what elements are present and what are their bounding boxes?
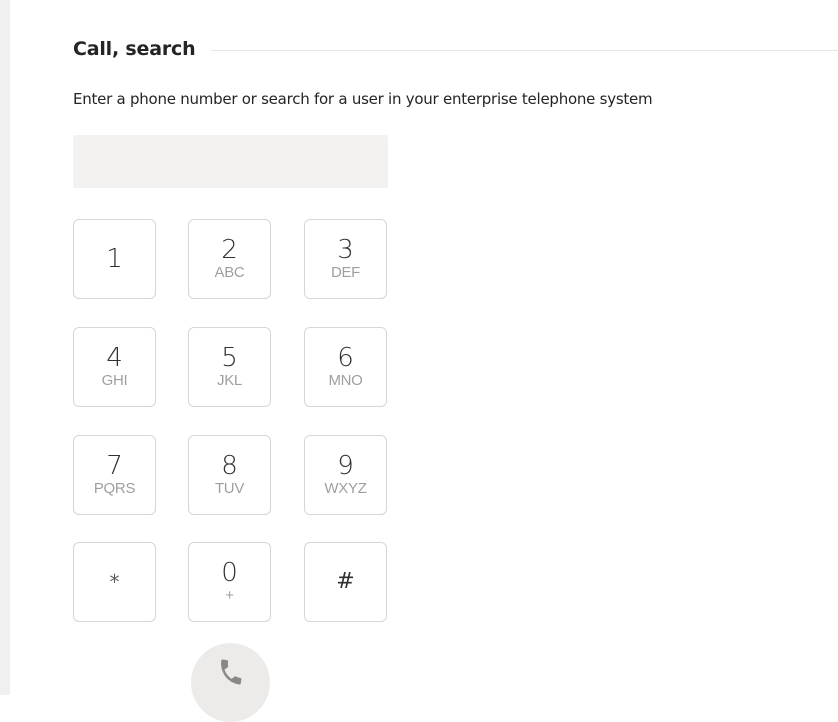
- key-digit: 6: [337, 343, 354, 373]
- key-letters: GHI: [101, 372, 128, 389]
- key-digit: 2: [221, 235, 238, 265]
- key-letters: ABC: [214, 264, 245, 281]
- dialpad-key-8[interactable]: 8 TUV: [188, 435, 271, 515]
- key-letters: PQRS: [93, 480, 136, 497]
- dialpad-key-7[interactable]: 7 PQRS: [73, 435, 156, 515]
- key-digit: 0: [221, 558, 238, 588]
- dialpad-key-6[interactable]: 6 MNO: [304, 327, 387, 407]
- key-digit: 1: [106, 244, 123, 274]
- key-digit: 8: [221, 451, 238, 481]
- key-digit: 9: [337, 451, 354, 481]
- section-description: Enter a phone number or search for a use…: [73, 90, 653, 108]
- key-digit: 4: [106, 343, 123, 373]
- key-digit: 3: [337, 235, 354, 265]
- key-digit: *: [109, 570, 120, 594]
- dialpad-key-3[interactable]: 3 DEF: [304, 219, 387, 299]
- dialpad-key-star[interactable]: *: [73, 542, 156, 622]
- key-letters: TUV: [214, 480, 245, 497]
- dialpad-key-4[interactable]: 4 GHI: [73, 327, 156, 407]
- key-digit: 7: [106, 451, 123, 481]
- key-letters: JKL: [217, 372, 242, 389]
- key-letters: DEF: [330, 264, 361, 281]
- section-divider: [211, 49, 838, 51]
- section-title: Call, search: [73, 38, 196, 60]
- dialpad-key-0[interactable]: 0 +: [188, 542, 271, 622]
- dialpad-key-9[interactable]: 9 WXYZ: [304, 435, 387, 515]
- left-rail: [0, 0, 10, 695]
- key-digit: 5: [221, 343, 238, 373]
- key-letters: +: [225, 587, 234, 604]
- phone-icon: [220, 659, 241, 685]
- key-letters: MNO: [328, 372, 363, 389]
- phone-number-search-input[interactable]: [73, 135, 388, 188]
- key-digit: #: [336, 569, 355, 594]
- section-header: Call, search: [73, 36, 838, 62]
- dialpad-key-2[interactable]: 2 ABC: [188, 219, 271, 299]
- call-button[interactable]: [191, 643, 270, 722]
- dialpad-key-5[interactable]: 5 JKL: [188, 327, 271, 407]
- dialpad-key-1[interactable]: 1: [73, 219, 156, 299]
- dial-pad: 1 2 ABC 3 DEF 4 GHI 5 JKL 6 MNO 7 PQRS 8…: [73, 219, 393, 623]
- key-letters: WXYZ: [324, 480, 367, 497]
- dialpad-key-hash[interactable]: #: [304, 542, 387, 622]
